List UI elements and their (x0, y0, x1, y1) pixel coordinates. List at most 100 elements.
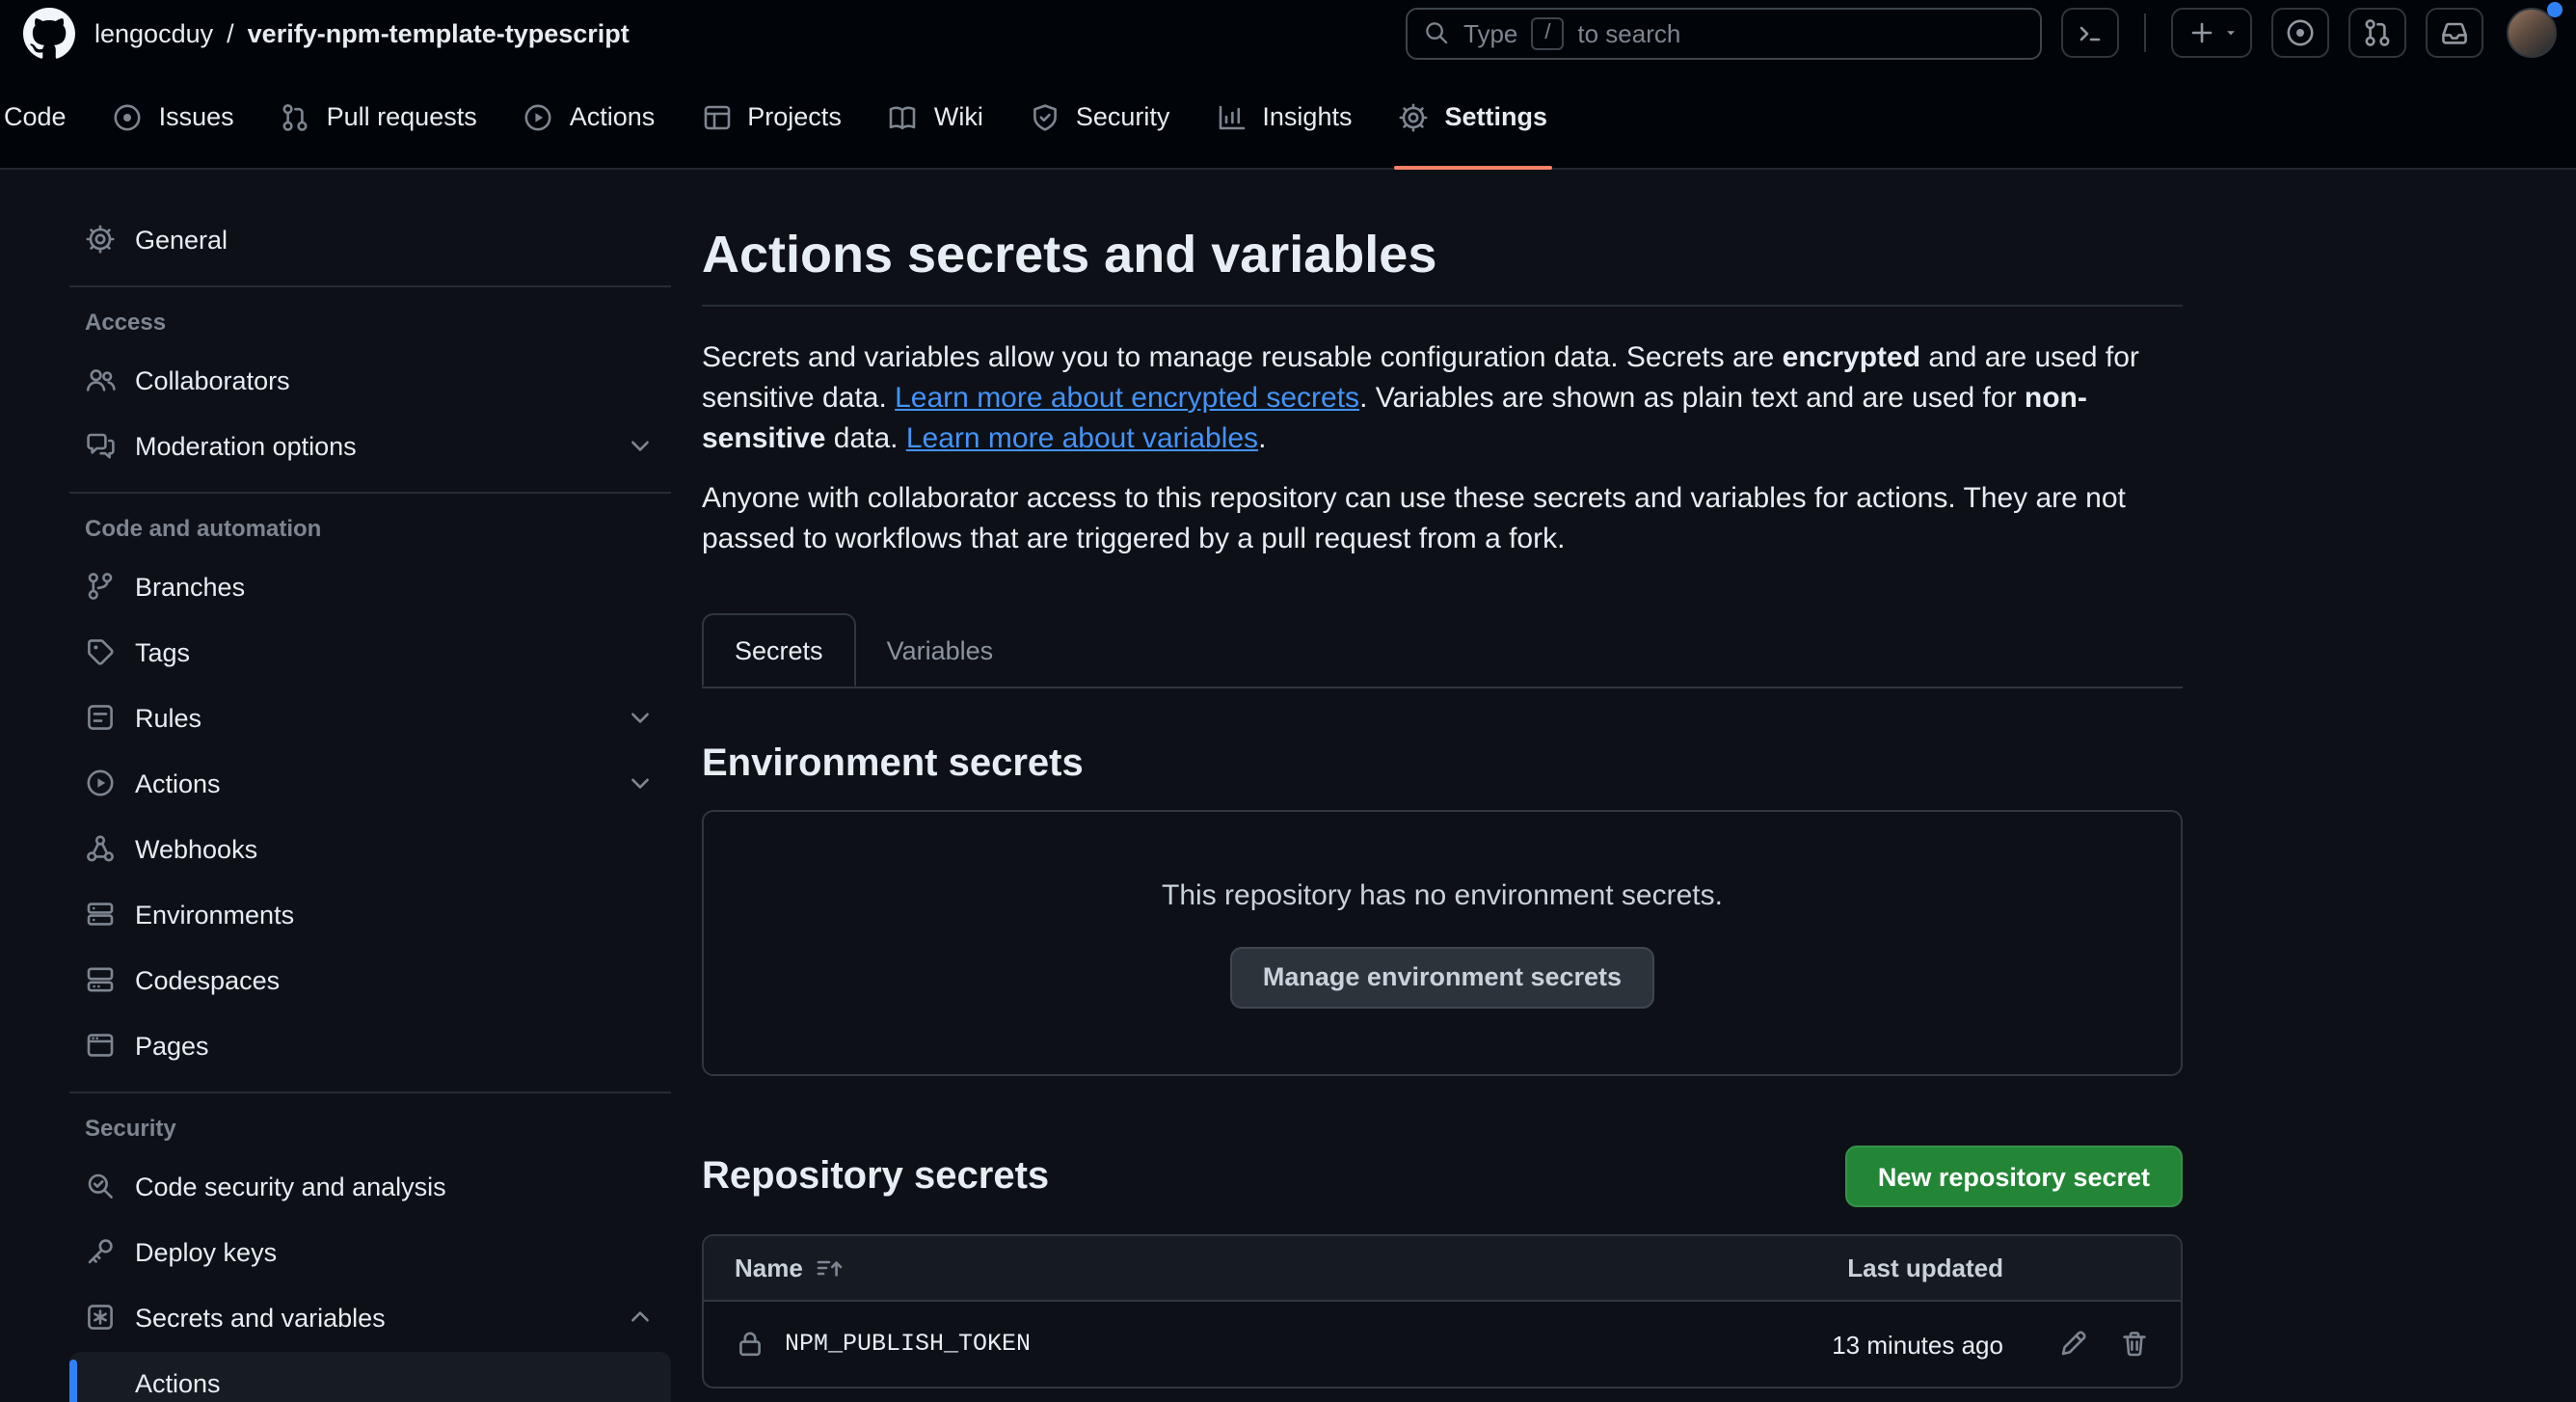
environment-secrets-empty-box: This repository has no environment secre… (702, 810, 2183, 1076)
sidebar-item-label: Tags (135, 637, 190, 666)
sidebar-subitem-actions-selected[interactable]: Actions (69, 1352, 671, 1402)
tab-security-label: Security (1076, 102, 1170, 131)
search-placeholder-prefix: Type (1463, 18, 1517, 47)
last-updated-column-header: Last updated (1714, 1254, 2003, 1282)
terminal-icon (2075, 17, 2106, 48)
issues-header-button[interactable] (2271, 8, 2329, 58)
new-repository-secret-button[interactable]: New repository secret (1845, 1146, 2183, 1207)
sidebar-item-label: Secrets and variables (135, 1303, 386, 1332)
sidebar-divider (69, 1092, 671, 1093)
sidebar-item-label: Rules (135, 703, 201, 732)
tab-actions[interactable]: Actions (504, 66, 675, 168)
sidebar-item-branches[interactable]: Branches (69, 555, 671, 617)
learn-more-encrypted-secrets-link[interactable]: Learn more about encrypted secrets (895, 382, 1359, 415)
secret-name-cell: NPM_PUBLISH_TOKEN (735, 1329, 1714, 1360)
breadcrumb-owner-link[interactable]: lengocduy (94, 18, 213, 47)
pull-requests-header-button[interactable] (2348, 8, 2406, 58)
sidebar-item-codespaces[interactable]: Codespaces (69, 949, 671, 1011)
sidebar-item-label: Deploy keys (135, 1237, 277, 1266)
table-icon (701, 101, 732, 132)
repo-nav: Code Issues Pull requests Actions Projec… (0, 66, 2576, 170)
repository-secrets-table: Name Last updated NPM_PUBLISH_TOKEN 13 m… (702, 1234, 2183, 1389)
sidebar-item-label: Environments (135, 900, 294, 929)
environment-secrets-empty-text: This repository has no environment secre… (1162, 878, 1723, 911)
sidebar-item-label: Webhooks (135, 834, 257, 863)
people-icon (85, 364, 116, 395)
sidebar-item-label: Code security and analysis (135, 1172, 446, 1200)
tab-issues[interactable]: Issues (94, 66, 254, 168)
tab-issues-label: Issues (159, 102, 234, 131)
intro-paragraph: Secrets and variables allow you to manag… (702, 337, 2183, 459)
caret-down-icon (2222, 25, 2238, 40)
sidebar-item-environments[interactable]: Environments (69, 883, 671, 945)
tag-icon (85, 636, 116, 667)
search-input[interactable]: Type / to search (1406, 7, 2042, 59)
page-body: General Access Collaborators Moderation … (0, 170, 2576, 1402)
secret-actions-cell (2003, 1329, 2150, 1360)
sidebar-item-moderation-options[interactable]: Moderation options (69, 415, 671, 476)
title-divider (702, 305, 2183, 307)
graph-icon (1216, 101, 1247, 132)
tab-code-label: Code (4, 102, 67, 131)
repository-secrets-header-row: Repository secrets New repository secret (702, 1146, 2183, 1207)
issue-opened-icon (113, 101, 144, 132)
create-new-button[interactable] (2171, 8, 2252, 58)
sidebar-section-code-automation: Code and automation (69, 509, 671, 548)
learn-more-variables-link[interactable]: Learn more about variables (906, 422, 1258, 455)
gear-icon (85, 224, 116, 255)
tab-insights[interactable]: Insights (1196, 66, 1371, 168)
breadcrumb: lengocduy / verify-npm-template-typescri… (94, 18, 630, 47)
sidebar-item-deploy-keys[interactable]: Deploy keys (69, 1221, 671, 1282)
tab-projects-label: Projects (747, 102, 842, 131)
sidebar-item-collaborators[interactable]: Collaborators (69, 349, 671, 411)
tab-secrets[interactable]: Secrets (702, 613, 856, 687)
github-logo[interactable] (23, 7, 75, 59)
table-row: NPM_PUBLISH_TOKEN 13 minutes ago (704, 1302, 2181, 1387)
sidebar-item-code-security[interactable]: Code security and analysis (69, 1155, 671, 1217)
manage-environment-secrets-button[interactable]: Manage environment secrets (1230, 946, 1654, 1008)
sidebar-item-actions[interactable]: Actions (69, 752, 671, 814)
tab-settings[interactable]: Settings (1379, 66, 1567, 168)
sidebar-section-security: Security (69, 1109, 671, 1147)
breadcrumb-repo-link[interactable]: verify-npm-template-typescript (248, 18, 630, 47)
intro-text: Secrets and variables allow you to manag… (702, 341, 1783, 374)
chevron-up-icon (625, 1302, 656, 1333)
command-palette-button[interactable] (2061, 8, 2119, 58)
unread-indicator (2547, 2, 2563, 17)
tab-wiki-label: Wiki (934, 102, 983, 131)
sidebar-item-rules[interactable]: Rules (69, 687, 671, 748)
play-icon (523, 101, 554, 132)
tab-wiki[interactable]: Wiki (869, 66, 1003, 168)
sidebar-item-general[interactable]: General (69, 208, 671, 270)
issue-opened-icon (2285, 17, 2316, 48)
trash-icon (2119, 1329, 2150, 1360)
sidebar-section-access: Access (69, 303, 671, 341)
chevron-down-icon (625, 702, 656, 733)
tab-variables[interactable]: Variables (856, 613, 1025, 687)
pencil-icon (2057, 1329, 2088, 1360)
repository-secrets-heading: Repository secrets (702, 1154, 1049, 1199)
edit-secret-button[interactable] (2057, 1329, 2088, 1360)
notifications-inbox-button[interactable] (2426, 8, 2483, 58)
user-menu (2507, 8, 2557, 58)
sidebar-item-tags[interactable]: Tags (69, 621, 671, 683)
tab-pull-requests[interactable]: Pull requests (261, 66, 496, 168)
comment-discussion-icon (85, 430, 116, 461)
inbox-icon (2439, 17, 2470, 48)
codescan-icon (85, 1171, 116, 1201)
tab-projects[interactable]: Projects (682, 66, 861, 168)
shield-icon (1030, 101, 1060, 132)
name-column-header[interactable]: Name (735, 1253, 1714, 1283)
tab-security[interactable]: Security (1010, 66, 1190, 168)
slash-key-hint: / (1531, 16, 1564, 49)
sidebar-item-webhooks[interactable]: Webhooks (69, 818, 671, 879)
collaborator-note: Anyone with collaborator access to this … (702, 478, 2183, 559)
tab-insights-label: Insights (1262, 102, 1352, 131)
tab-code[interactable]: Code (0, 66, 86, 168)
plus-icon (2186, 17, 2216, 48)
sidebar-item-pages[interactable]: Pages (69, 1014, 671, 1076)
delete-secret-button[interactable] (2119, 1329, 2150, 1360)
intro-text: . Variables are shown as plain text and … (1359, 382, 2025, 415)
tab-actions-label: Actions (570, 102, 656, 131)
sidebar-item-secrets-variables[interactable]: Secrets and variables (69, 1286, 671, 1348)
